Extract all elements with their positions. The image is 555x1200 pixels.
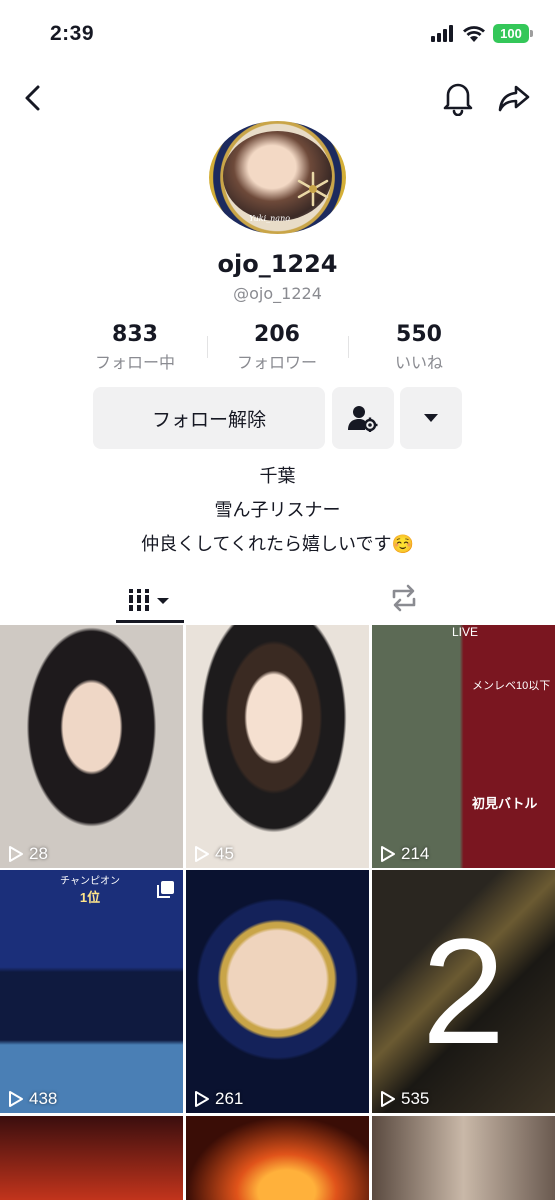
thumbnail-overlay-number: 2 bbox=[421, 907, 506, 1075]
grid-icon bbox=[129, 589, 169, 611]
video-thumbnail[interactable]: 45 bbox=[186, 625, 369, 868]
snowflake-icon bbox=[297, 171, 329, 207]
followers-count: 206 bbox=[254, 322, 300, 347]
status-bar: 2:39 100 bbox=[0, 0, 555, 70]
video-thumbnail[interactable]: チャンピオン 1位 438 bbox=[0, 870, 183, 1113]
stat-divider bbox=[207, 336, 208, 358]
video-thumbnail[interactable]: 261 bbox=[186, 870, 369, 1113]
notification-bell-button[interactable] bbox=[440, 78, 476, 117]
bell-icon bbox=[443, 83, 473, 117]
view-count: 28 bbox=[8, 844, 48, 864]
bio-line: 千葉 bbox=[259, 466, 296, 487]
more-options-button[interactable] bbox=[400, 387, 462, 449]
chevron-left-icon bbox=[25, 85, 40, 111]
likes-count: 550 bbox=[396, 322, 442, 347]
tab-videos[interactable] bbox=[116, 576, 184, 624]
play-icon bbox=[9, 846, 23, 862]
tab-active-indicator bbox=[116, 620, 184, 623]
play-icon bbox=[381, 1091, 395, 1107]
view-count-text: 535 bbox=[401, 1089, 430, 1108]
user-gear-icon bbox=[348, 406, 378, 432]
champion-rank: 1位 bbox=[79, 890, 101, 905]
status-time: 2:39 bbox=[50, 22, 95, 45]
friend-settings-button[interactable] bbox=[332, 387, 394, 449]
thumbnail-title: チャンピオン 1位 bbox=[40, 872, 140, 906]
view-count-text: 45 bbox=[215, 844, 234, 863]
share-button[interactable] bbox=[496, 80, 532, 116]
play-icon bbox=[195, 846, 209, 862]
live-badge: LIVE bbox=[452, 625, 479, 639]
avatar[interactable]: Yuki_nano bbox=[209, 121, 346, 234]
stat-divider bbox=[348, 336, 349, 358]
video-thumbnail[interactable]: 2 535 bbox=[372, 870, 555, 1113]
video-thumbnail[interactable] bbox=[372, 1116, 555, 1200]
video-thumbnail[interactable] bbox=[0, 1116, 183, 1200]
following-count: 833 bbox=[112, 322, 158, 347]
status-icons: 100 bbox=[431, 24, 533, 43]
video-thumbnail[interactable]: LIVE メンレベ10以下 初見バトル 214 bbox=[372, 625, 555, 868]
view-count-text: 214 bbox=[401, 844, 430, 863]
play-icon bbox=[381, 846, 395, 862]
unfollow-button[interactable]: フォロー解除 bbox=[93, 387, 325, 449]
likes-label: いいね bbox=[394, 353, 443, 372]
bio-line: 仲良くしてくれたら嬉しいです☺️ bbox=[141, 534, 414, 555]
view-count: 535 bbox=[380, 1089, 429, 1109]
tab-caret-down-icon bbox=[157, 598, 169, 604]
share-arrow-icon bbox=[498, 85, 530, 112]
following-label: フォロー中 bbox=[94, 353, 175, 372]
stat-likes[interactable]: 550 いいね bbox=[359, 322, 479, 373]
stat-following[interactable]: 833 フォロー中 bbox=[75, 322, 195, 373]
profile-handle: @ojo_1224 bbox=[233, 284, 322, 303]
thumbnail-caption: 初見バトル bbox=[472, 796, 538, 811]
followers-label: フォロワー bbox=[236, 353, 317, 372]
view-count-text: 261 bbox=[215, 1089, 244, 1108]
caret-down-icon bbox=[424, 414, 438, 422]
video-thumbnail[interactable]: 28 bbox=[0, 625, 183, 868]
view-count: 261 bbox=[194, 1089, 243, 1109]
play-icon bbox=[195, 1091, 209, 1107]
view-count: 214 bbox=[380, 844, 429, 864]
video-thumbnail[interactable] bbox=[186, 1116, 369, 1200]
view-count-text: 28 bbox=[29, 844, 48, 863]
avatar-frame-text: Yuki_nano bbox=[249, 214, 291, 223]
bio-line: 雪ん子リスナー bbox=[214, 500, 341, 521]
battery-indicator: 100 bbox=[493, 24, 533, 43]
cellular-signal-icon bbox=[431, 25, 453, 42]
repost-icon bbox=[392, 584, 416, 612]
view-count: 438 bbox=[8, 1089, 57, 1109]
tab-reposts[interactable] bbox=[382, 576, 426, 620]
multiple-clips-icon bbox=[157, 881, 174, 898]
champion-label: チャンピオン bbox=[60, 876, 120, 887]
profile-username: ojo_1224 bbox=[217, 250, 338, 278]
back-button[interactable] bbox=[18, 80, 50, 116]
wifi-icon bbox=[463, 25, 485, 42]
stat-followers[interactable]: 206 フォロワー bbox=[217, 322, 337, 373]
view-count-text: 438 bbox=[29, 1089, 58, 1108]
play-icon bbox=[9, 1091, 23, 1107]
view-count: 45 bbox=[194, 844, 234, 864]
thumbnail-headline: メンレベ10以下 bbox=[472, 680, 551, 692]
